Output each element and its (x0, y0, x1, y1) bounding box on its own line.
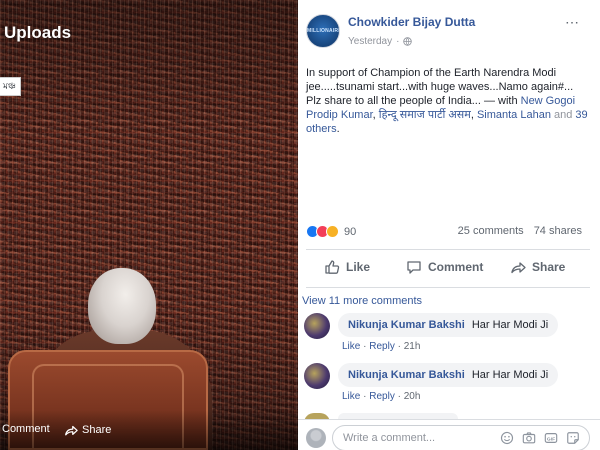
sticker-icon[interactable] (566, 431, 580, 445)
reaction-count: 90 (344, 225, 357, 238)
tagged-person-3[interactable]: Simanta Lahan (477, 109, 551, 121)
comment-like-link[interactable]: Like (342, 341, 360, 352)
post-body: In support of Champion of the Earth Nare… (306, 67, 574, 93)
post-timestamp[interactable]: Yesterday (348, 36, 392, 47)
album-title[interactable]: Uploads (4, 23, 71, 43)
comment-reply-link[interactable]: Reply (369, 341, 395, 352)
author-avatar[interactable]: MILLIONAIRE (306, 14, 340, 48)
view-more-comments-link[interactable]: View 11 more comments (302, 295, 422, 307)
author-name[interactable]: Chowkider Bijay Dutta (348, 15, 475, 29)
comment-bubble: Nikunja Kumar Bakshi Har Har Modi Ji (338, 313, 559, 337)
post-meta: Yesterday · (348, 36, 413, 47)
commenter-name[interactable]: Nikunja Kumar Bakshi (348, 319, 465, 331)
photo-comment-label: Comment (2, 423, 50, 435)
emoji-icon[interactable] (500, 431, 514, 445)
meta-separator: · (396, 36, 400, 47)
photo-comment-button[interactable]: Comment (2, 423, 50, 435)
comment-button[interactable]: Comment (406, 259, 483, 275)
post-share-text: Plz share to all the people of India... … (306, 95, 518, 107)
comment-input-icons: GIF (500, 431, 580, 445)
separator: · (363, 341, 367, 352)
divider (306, 287, 590, 288)
photo-share-button[interactable]: Share (64, 423, 111, 437)
speech-bubble-icon (407, 261, 421, 274)
thumbs-up-icon (325, 260, 340, 274)
photo-figure-head (88, 268, 156, 344)
gif-icon[interactable]: GIF (544, 431, 558, 445)
globe-icon[interactable] (403, 37, 413, 46)
write-comment-bar: GIF (298, 419, 600, 450)
avatar-text: MILLIONAIRE (307, 28, 340, 34)
photo-share-label: Share (82, 424, 112, 436)
comment-label: Comment (428, 260, 484, 274)
share-button[interactable]: Share (510, 259, 565, 275)
comment-actions: Like · Reply · 21h (342, 341, 420, 352)
commenter-avatar[interactable] (304, 313, 330, 339)
like-label: Like (346, 260, 371, 274)
photo-viewer[interactable]: Uploads মঞ্চ Comment Share (0, 0, 298, 450)
comments-count-link[interactable]: 25 comments (458, 225, 524, 237)
comment-text: Har Har Modi Ji (471, 319, 549, 331)
current-user-avatar (306, 428, 326, 448)
share-arrow-icon (65, 425, 78, 436)
separator: · (397, 341, 401, 352)
post-text: In support of Champion of the Earth Nare… (306, 67, 588, 135)
separator: · (363, 391, 367, 402)
shares-count-link[interactable]: 74 shares (534, 225, 582, 237)
share-arrow-icon (511, 262, 526, 274)
photo-tag[interactable]: মঞ্চ (0, 77, 21, 96)
comment-text: Har Har Modi Ji (471, 369, 549, 381)
comment-time[interactable]: 20h (404, 391, 421, 402)
svg-text:GIF: GIF (547, 436, 555, 442)
share-label: Share (532, 260, 566, 274)
like-button[interactable]: Like (324, 259, 370, 275)
post-panel: MILLIONAIRE Chowkider Bijay Dutta Yester… (298, 0, 600, 450)
commenter-name[interactable]: Nikunja Kumar Bakshi (348, 369, 465, 381)
camera-icon[interactable] (522, 431, 536, 445)
haha-reaction-icon (326, 225, 339, 238)
commenter-avatar[interactable] (304, 363, 330, 389)
comment-reply-link[interactable]: Reply (369, 391, 395, 402)
comment-bubble: Nikunja Kumar Bakshi Har Har Modi Ji (338, 363, 559, 387)
reactions-summary[interactable]: 90 (306, 225, 356, 238)
post-action-bar: Like Comment Share (298, 255, 600, 281)
engagement-counts: 25 comments 74 shares (458, 225, 582, 237)
comment-actions: Like · Reply · 20h (342, 391, 420, 402)
tagged-person-2[interactable]: हिन्दू समाज पार्टी असम (379, 109, 471, 121)
more-options-icon[interactable]: ⋯ (565, 14, 580, 31)
divider (306, 249, 590, 250)
separator: · (397, 391, 401, 402)
comment-time[interactable]: 21h (404, 341, 421, 352)
and-text: and (554, 109, 573, 121)
comment-like-link[interactable]: Like (342, 391, 360, 402)
